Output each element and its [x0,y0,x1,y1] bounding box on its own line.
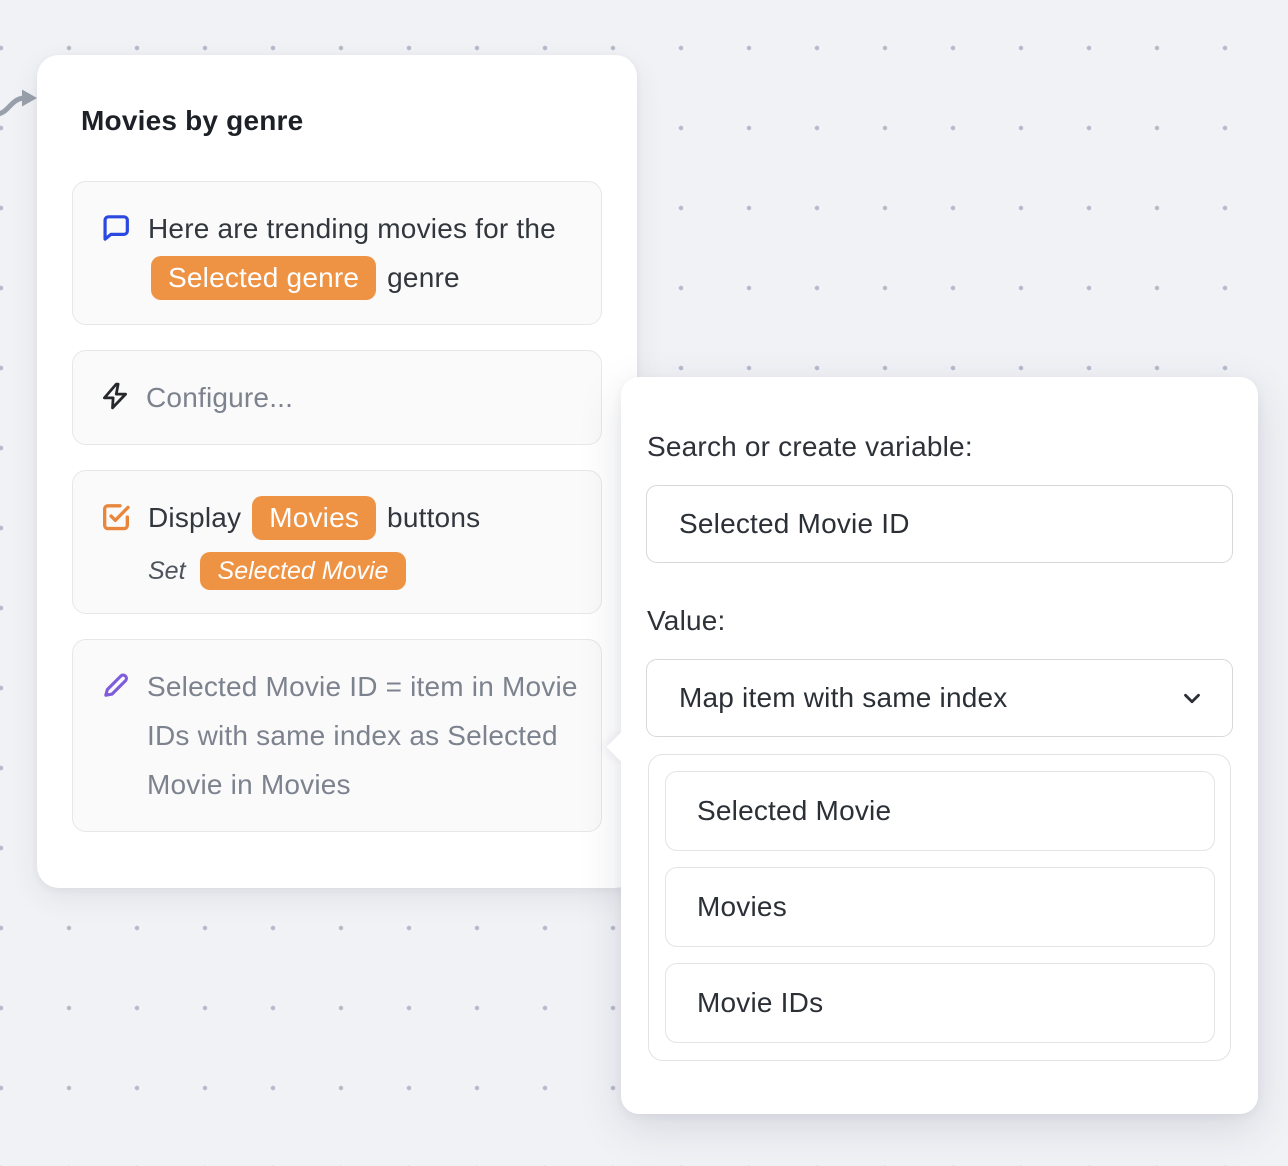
value-mode-dropdown[interactable]: Map item with same index [646,659,1233,737]
flow-node-movies-by-genre: Movies by genre Here are trending movies… [37,55,637,888]
display-text-after: buttons [379,502,480,533]
dropdown-selected-value: Map item with same index [679,682,1007,714]
lightning-icon [100,381,130,416]
message-text-before: Here are trending movies for the [148,213,556,244]
option-movies[interactable]: Movies [665,867,1215,947]
set-label: Set [148,557,186,585]
value-label: Value: [647,605,1233,637]
node-title: Movies by genre [81,105,602,137]
display-line: Display Movies buttons [148,493,480,542]
option-movie-ids[interactable]: Movie IDs [665,963,1215,1043]
display-buttons-block[interactable]: Display Movies buttons Set Selected Movie [72,470,602,614]
display-block-text: Display Movies buttons Set Selected Movie [148,493,480,591]
configure-label: Configure... [146,373,293,422]
variable-pill-movies: Movies [252,496,376,540]
variable-pill-selected-movie: Selected Movie [200,552,407,590]
variable-search-input[interactable] [646,485,1233,563]
incoming-connector-arrow [0,80,42,124]
pencil-icon [100,670,131,706]
variable-options-list: Selected Movie Movies Movie IDs [648,754,1231,1061]
checkbox-icon [100,501,132,538]
display-text-before: Display [148,502,249,533]
set-line: Set Selected Movie [148,551,480,591]
message-text-after: genre [379,262,460,293]
configure-block[interactable]: Configure... [72,350,602,445]
message-block[interactable]: Here are trending movies for the Selecte… [72,181,602,325]
variable-popup: Search or create variable: Value: Map it… [621,377,1258,1114]
message-text: Here are trending movies for the Selecte… [148,204,579,302]
variable-pill-selected-genre: Selected genre [151,256,376,300]
option-selected-movie[interactable]: Selected Movie [665,771,1215,851]
chevron-down-icon [1179,685,1205,711]
set-variable-block[interactable]: Selected Movie ID = item in Movie IDs wi… [72,639,602,832]
chat-bubble-icon [100,212,132,249]
search-variable-label: Search or create variable: [647,431,1233,463]
set-variable-text: Selected Movie ID = item in Movie IDs wi… [147,662,579,809]
